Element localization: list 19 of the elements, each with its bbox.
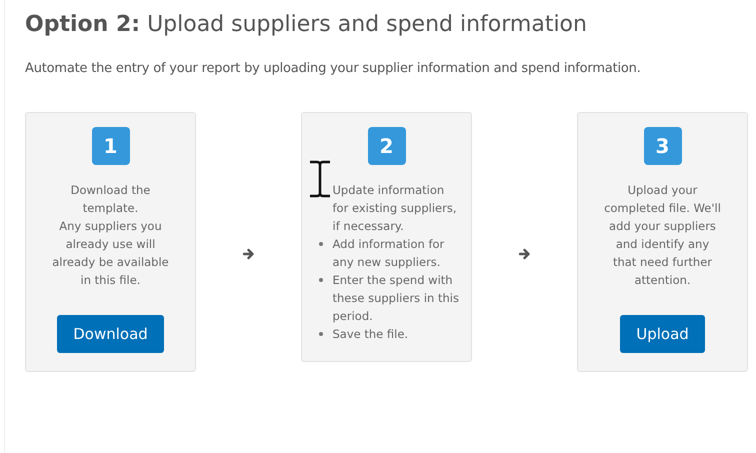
intro-text: Automate the entry of your report by uploading your supplier information and spend information. (25, 61, 642, 76)
step-text: Upload your completed file. We'll add your suppliers and identify any that need further attention. (604, 182, 722, 289)
step-text: Save the file. (332, 326, 408, 343)
step-text: Download the template. (70, 182, 152, 217)
action-button[interactable]: Upload (620, 315, 705, 353)
step-number: 1 (92, 127, 130, 165)
step-text: Enter the spend with these suppliers in this period. (332, 272, 460, 325)
bullet-icon (318, 332, 322, 336)
bullet-icon (318, 278, 322, 282)
step-text: Add information for any new suppliers. (332, 236, 446, 271)
step-text: Update information for existing suppliers, if necessary. (332, 182, 458, 235)
arrow-icon (518, 248, 530, 260)
step-number: 2 (368, 127, 406, 165)
step-text: Any suppliers you already use will already be available in this file. (52, 218, 170, 289)
page-title: Option 2: Upload suppliers and spend information (25, 12, 588, 37)
bullet-icon (318, 242, 322, 246)
arrow-icon (242, 248, 254, 260)
action-button[interactable]: Download (57, 315, 164, 353)
step-number: 3 (644, 127, 682, 165)
